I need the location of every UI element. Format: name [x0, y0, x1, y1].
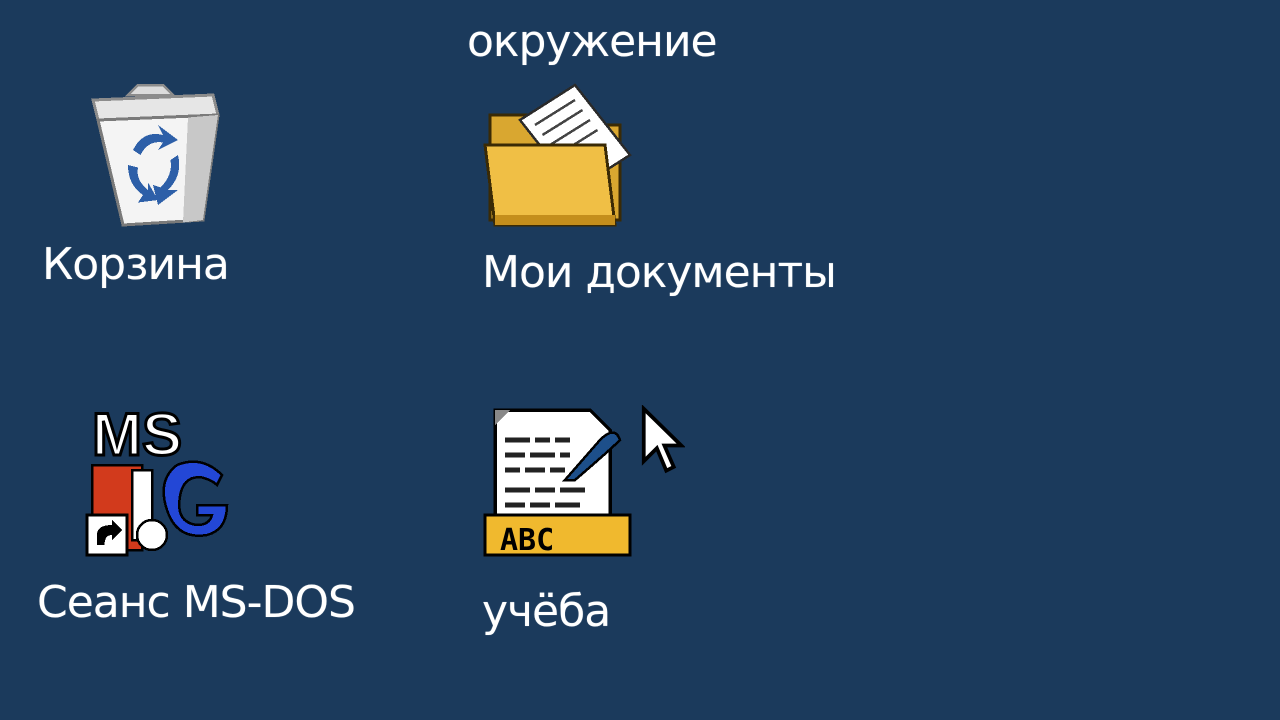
desktop-icon-recycle-bin[interactable]: Корзина — [30, 75, 280, 300]
text-document-icon: ABC — [480, 400, 640, 560]
desktop-icon-label: окружение — [467, 16, 718, 67]
recycle-bin-icon — [78, 80, 238, 240]
desktop-icon-ms-dos-prompt[interactable]: MS Сеанс MS-DOS — [30, 395, 430, 635]
svg-text:MS: MS — [92, 401, 182, 468]
desktop-icon-label: Сеанс MS-DOS — [37, 577, 356, 628]
ms-dos-prompt-icon: MS — [82, 400, 242, 560]
mouse-pointer-icon — [640, 404, 686, 484]
desktop-icon-network-neighborhood[interactable]: окружение — [440, 0, 780, 70]
desktop-icon-label: Корзина — [42, 239, 230, 290]
desktop-icon-my-documents[interactable]: Мои документы — [470, 80, 900, 305]
svg-text:ABC: ABC — [500, 523, 554, 558]
desktop[interactable]: окружение Корзина Мои документы MS Сеанс… — [0, 0, 1280, 720]
desktop-icon-label: учёба — [482, 586, 611, 637]
desktop-icon-label: Мои документы — [482, 247, 837, 298]
my-documents-folder-icon — [480, 80, 640, 230]
